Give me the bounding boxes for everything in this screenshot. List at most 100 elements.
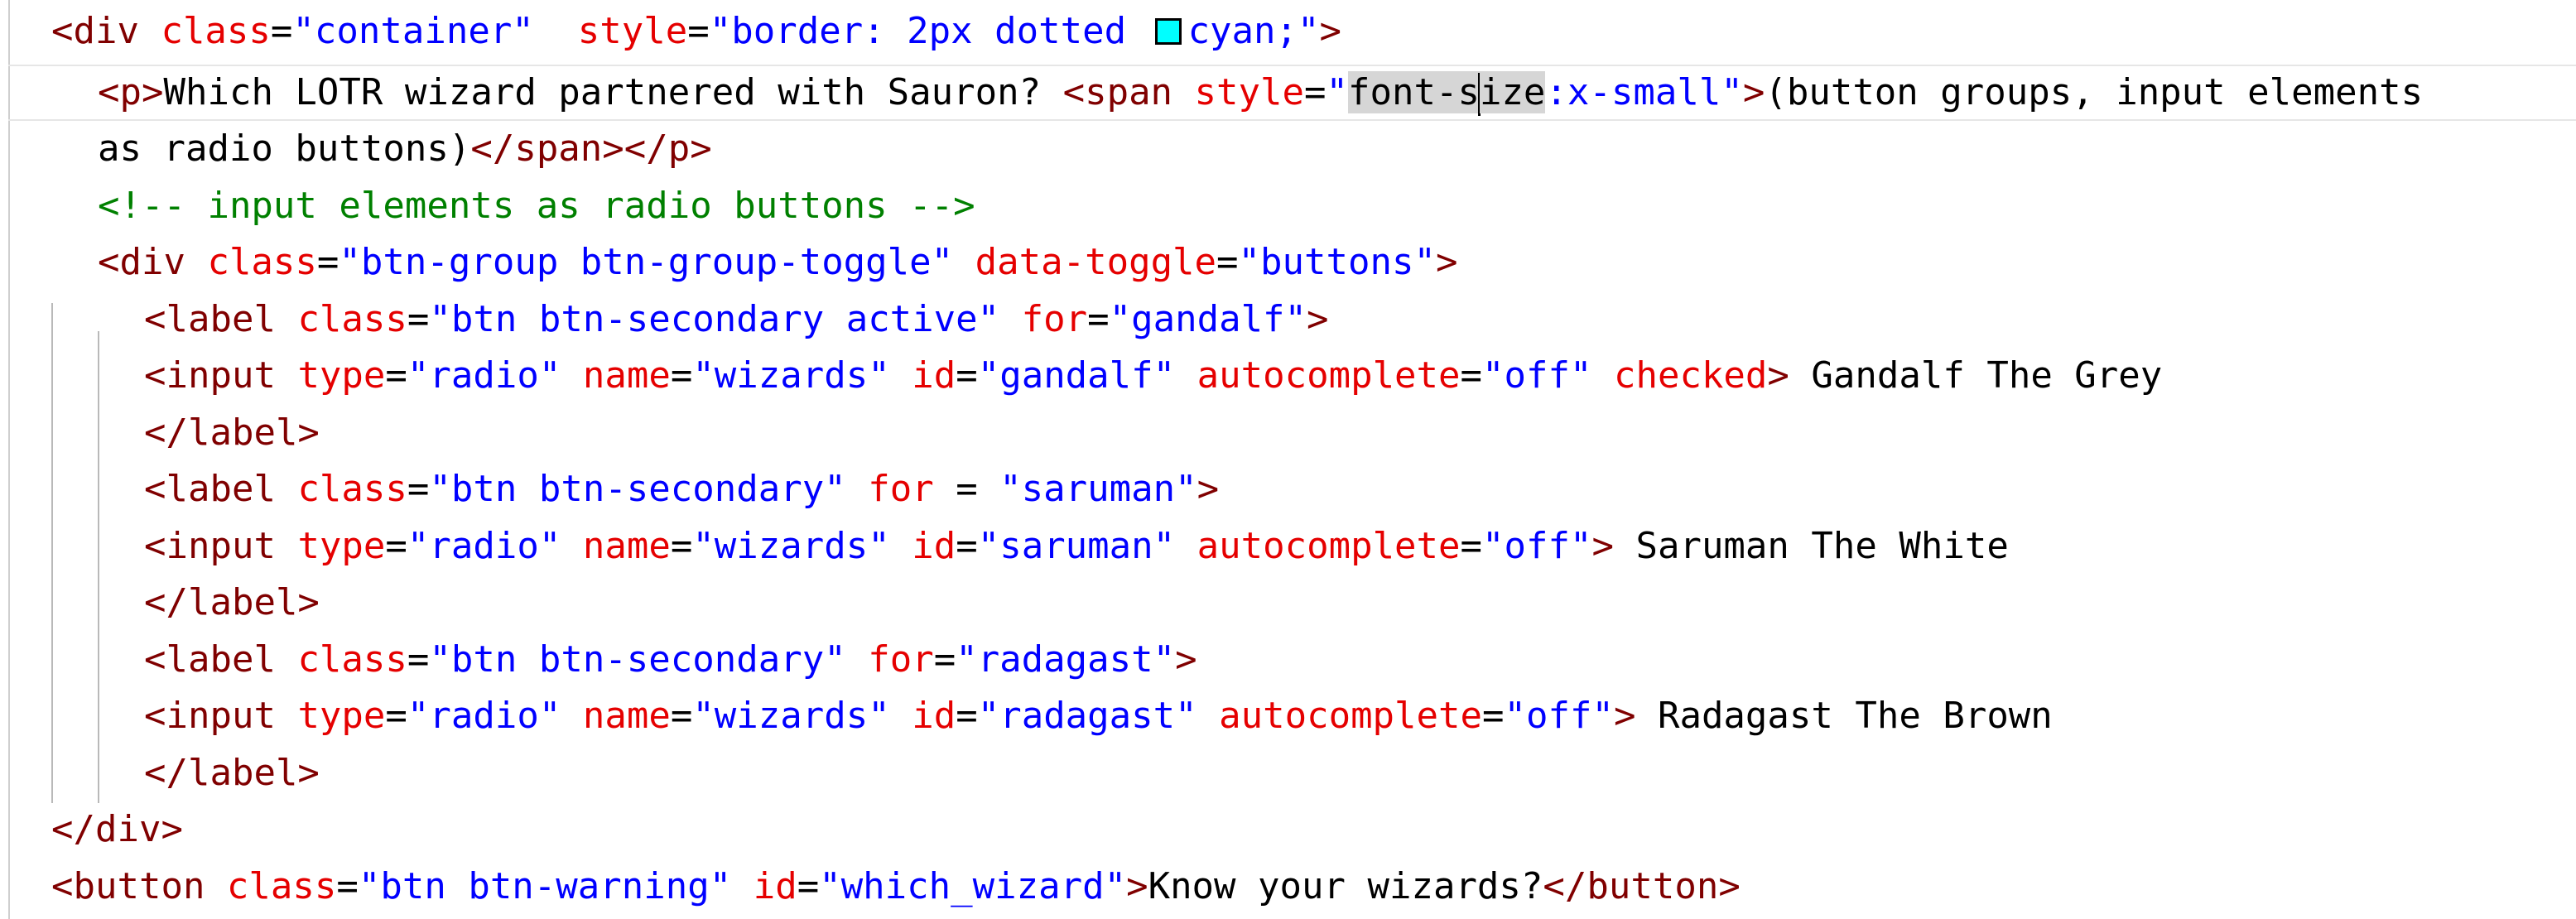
code-attribute: name — [582, 695, 671, 737]
code-text: = — [1216, 241, 1239, 283]
code-attribute: class — [297, 298, 407, 340]
code-content[interactable]: </div> — [51, 801, 183, 859]
code-tag: > — [1126, 865, 1148, 907]
code-tag: <button — [51, 865, 227, 907]
code-tag: > — [1613, 695, 1636, 737]
code-content[interactable]: <input type="radio" name="wizards" id="r… — [144, 688, 2053, 745]
code-string: "btn btn-secondary active" — [429, 298, 1000, 340]
code-line[interactable]: as radio buttons)</span></p> — [0, 121, 2576, 178]
code-line[interactable]: <input type="radio" name="wizards" id="s… — [0, 518, 2576, 575]
code-text: Saruman The White — [1613, 525, 2009, 567]
code-tag: <input — [144, 695, 298, 737]
code-attribute: autocomplete — [1197, 525, 1461, 567]
code-string: "off" — [1482, 525, 1592, 567]
code-text: = — [407, 298, 430, 340]
code-text: as radio buttons) — [98, 128, 471, 170]
code-tag: </div> — [51, 808, 183, 850]
code-text: = — [670, 695, 693, 737]
code-line[interactable]: <button class="btn btn-warning" id="whic… — [0, 859, 2576, 916]
code-attribute: checked — [1613, 354, 1768, 397]
code-attribute: id — [753, 865, 797, 907]
code-text: (button groups, input elements — [1765, 71, 2424, 113]
code-text: = — [407, 468, 430, 510]
code-content[interactable]: <div class="container" style="border: 2p… — [51, 3, 1341, 60]
code-tag: > — [1175, 638, 1197, 681]
code-line[interactable]: <label class="btn btn-secondary active" … — [0, 291, 2576, 349]
code-content[interactable]: <label class="btn btn-secondary" for="ra… — [144, 632, 1197, 689]
code-line[interactable]: <input type="radio" name="wizards" id="r… — [0, 688, 2576, 745]
code-text: = — [385, 695, 407, 737]
code-string: "radio" — [407, 354, 561, 397]
code-line[interactable]: <label class="btn btn-secondary" for = "… — [0, 461, 2576, 518]
code-attribute: class — [226, 865, 337, 907]
code-text: = — [956, 354, 978, 397]
code-line[interactable]: </div> — [0, 801, 2576, 859]
code-text: Which LOTR wizard partnered with Sauron? — [163, 71, 1063, 113]
code-content[interactable]: <label class="btn btn-secondary active" … — [144, 291, 1329, 349]
code-string: "container" — [292, 10, 534, 52]
code-text: = — [316, 241, 339, 283]
code-line[interactable]: </label> — [0, 575, 2576, 632]
code-line[interactable]: <div class="btn-group btn-group-toggle" … — [0, 234, 2576, 291]
code-line[interactable]: </label> — [0, 405, 2576, 462]
code-tag: <div — [98, 241, 208, 283]
code-content[interactable]: </label> — [144, 575, 320, 632]
code-attribute: class — [207, 241, 317, 283]
code-line[interactable]: </label> — [0, 745, 2576, 802]
code-text: = — [933, 638, 956, 681]
code-string: "saruman" — [977, 525, 1176, 567]
code-attribute: style — [577, 10, 688, 52]
code-line[interactable]: <input type="radio" name="wizards" id="g… — [0, 348, 2576, 405]
code-content[interactable]: <p>Which LOTR wizard partnered with Saur… — [98, 65, 2423, 122]
code-content[interactable]: <input type="radio" name="wizards" id="s… — [144, 518, 2009, 575]
code-text: Know your wizards? — [1148, 865, 1543, 907]
code-content[interactable]: </label> — [144, 745, 320, 802]
code-line[interactable]: <!-- input elements as radio buttons --> — [0, 178, 2576, 235]
code-tag: <input — [144, 525, 298, 567]
code-string: "border: 2px dotted — [709, 10, 1148, 52]
code-comment: <!-- input elements as radio buttons --> — [98, 185, 975, 227]
code-text: = — [956, 525, 978, 567]
code-text: = — [1460, 525, 1483, 567]
code-content[interactable]: <label class="btn btn-secondary" for = "… — [144, 461, 1219, 518]
code-string: "saruman" — [999, 468, 1197, 510]
code-string: :x-small" — [1545, 71, 1743, 113]
code-attribute: id — [912, 525, 956, 567]
code-text: = — [797, 865, 820, 907]
code-content[interactable]: as radio buttons)</span></p> — [98, 121, 712, 178]
code-content[interactable]: <div class="btn-group btn-group-toggle" … — [98, 234, 1457, 291]
code-content[interactable]: <button class="btn btn-warning" id="whic… — [51, 859, 1741, 916]
code-text: = — [933, 468, 1000, 510]
code-text: = — [956, 695, 978, 737]
selected-text: ize — [1479, 71, 1546, 113]
code-tag: <label — [144, 468, 298, 510]
code-text: = — [670, 525, 693, 567]
code-attribute: id — [912, 354, 956, 397]
code-attribute: name — [582, 354, 671, 397]
selected-text: font-s — [1348, 71, 1480, 113]
code-line-current[interactable]: <p>Which LOTR wizard partnered with Saur… — [0, 65, 2576, 122]
code-attribute: type — [297, 525, 386, 567]
code-string: " — [1326, 71, 1349, 113]
code-tag: > — [1591, 525, 1614, 567]
code-string: "wizards" — [692, 525, 890, 567]
code-line[interactable]: <label class="btn btn-secondary" for="ra… — [0, 632, 2576, 689]
code-editor[interactable]: <div class="container" style="border: 2p… — [0, 0, 2576, 919]
code-tag: </span></p> — [470, 128, 712, 170]
code-line[interactable]: <div class="container" style="border: 2p… — [0, 3, 2576, 60]
code-content[interactable]: </label> — [144, 405, 320, 462]
code-string: "wizards" — [692, 354, 890, 397]
code-string: "buttons" — [1238, 241, 1436, 283]
code-attribute: class — [161, 10, 271, 52]
code-string: "gandalf" — [977, 354, 1176, 397]
code-string: "which_wizard" — [819, 865, 1127, 907]
code-content[interactable]: <!-- input elements as radio buttons --> — [98, 178, 975, 235]
code-content[interactable]: <input type="radio" name="wizards" id="g… — [144, 348, 2162, 405]
color-swatch-icon[interactable] — [1154, 18, 1182, 45]
